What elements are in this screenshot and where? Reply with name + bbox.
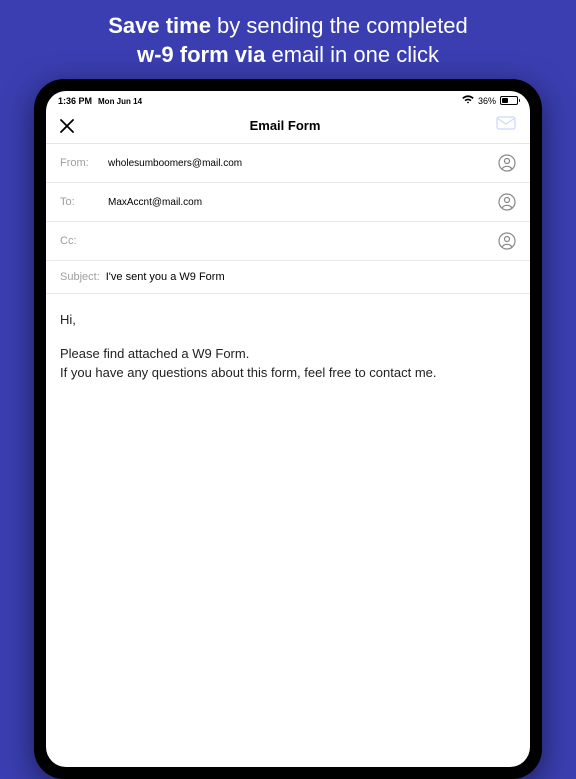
to-row[interactable]: To: MaxAccnt@mail.com (46, 183, 530, 222)
wifi-icon (462, 95, 474, 106)
body-greeting: Hi, (60, 310, 516, 330)
subject-value: I've sent you a W9 Form (106, 271, 225, 283)
device-screen: 1:36 PM Mon Jun 14 36% Email Form From: (46, 91, 530, 767)
close-icon[interactable] (60, 119, 74, 133)
promo-text-2: email in one click (265, 42, 439, 67)
to-value: MaxAccnt@mail.com (108, 197, 490, 208)
status-bar: 1:36 PM Mon Jun 14 36% (46, 91, 530, 108)
send-icon[interactable] (496, 116, 516, 135)
body-line-2: If you have any questions about this for… (60, 363, 516, 383)
battery-icon (500, 96, 518, 105)
status-left: 1:36 PM Mon Jun 14 (58, 96, 142, 106)
promo-bold-1: Save time (108, 13, 211, 38)
subject-label: Subject: (60, 271, 100, 283)
promo-bold-2: w-9 form via (137, 42, 265, 67)
subject-row[interactable]: Subject: I've sent you a W9 Form (46, 261, 530, 294)
body-line-1: Please find attached a W9 Form. (60, 344, 516, 364)
from-row[interactable]: From: wholesumboomers@mail.com (46, 144, 530, 183)
contact-icon[interactable] (498, 154, 516, 172)
contact-icon[interactable] (498, 193, 516, 211)
to-label: To: (60, 196, 100, 208)
email-body[interactable]: Hi, Please find attached a W9 Form. If y… (46, 294, 530, 399)
status-date: Mon Jun 14 (98, 97, 142, 106)
status-right: 36% (462, 95, 518, 106)
cc-label: Cc: (60, 235, 100, 247)
cc-row[interactable]: Cc: (46, 222, 530, 261)
device-frame: 1:36 PM Mon Jun 14 36% Email Form From: (34, 79, 542, 779)
page-title: Email Form (250, 118, 321, 133)
status-time: 1:36 PM (58, 96, 92, 106)
from-value: wholesumboomers@mail.com (108, 158, 490, 169)
battery-pct: 36% (478, 96, 496, 106)
nav-bar: Email Form (46, 108, 530, 144)
promo-text-1: by sending the completed (211, 13, 468, 38)
from-label: From: (60, 157, 100, 169)
promo-header: Save time by sending the completed w-9 f… (0, 0, 576, 79)
contact-icon[interactable] (498, 232, 516, 250)
